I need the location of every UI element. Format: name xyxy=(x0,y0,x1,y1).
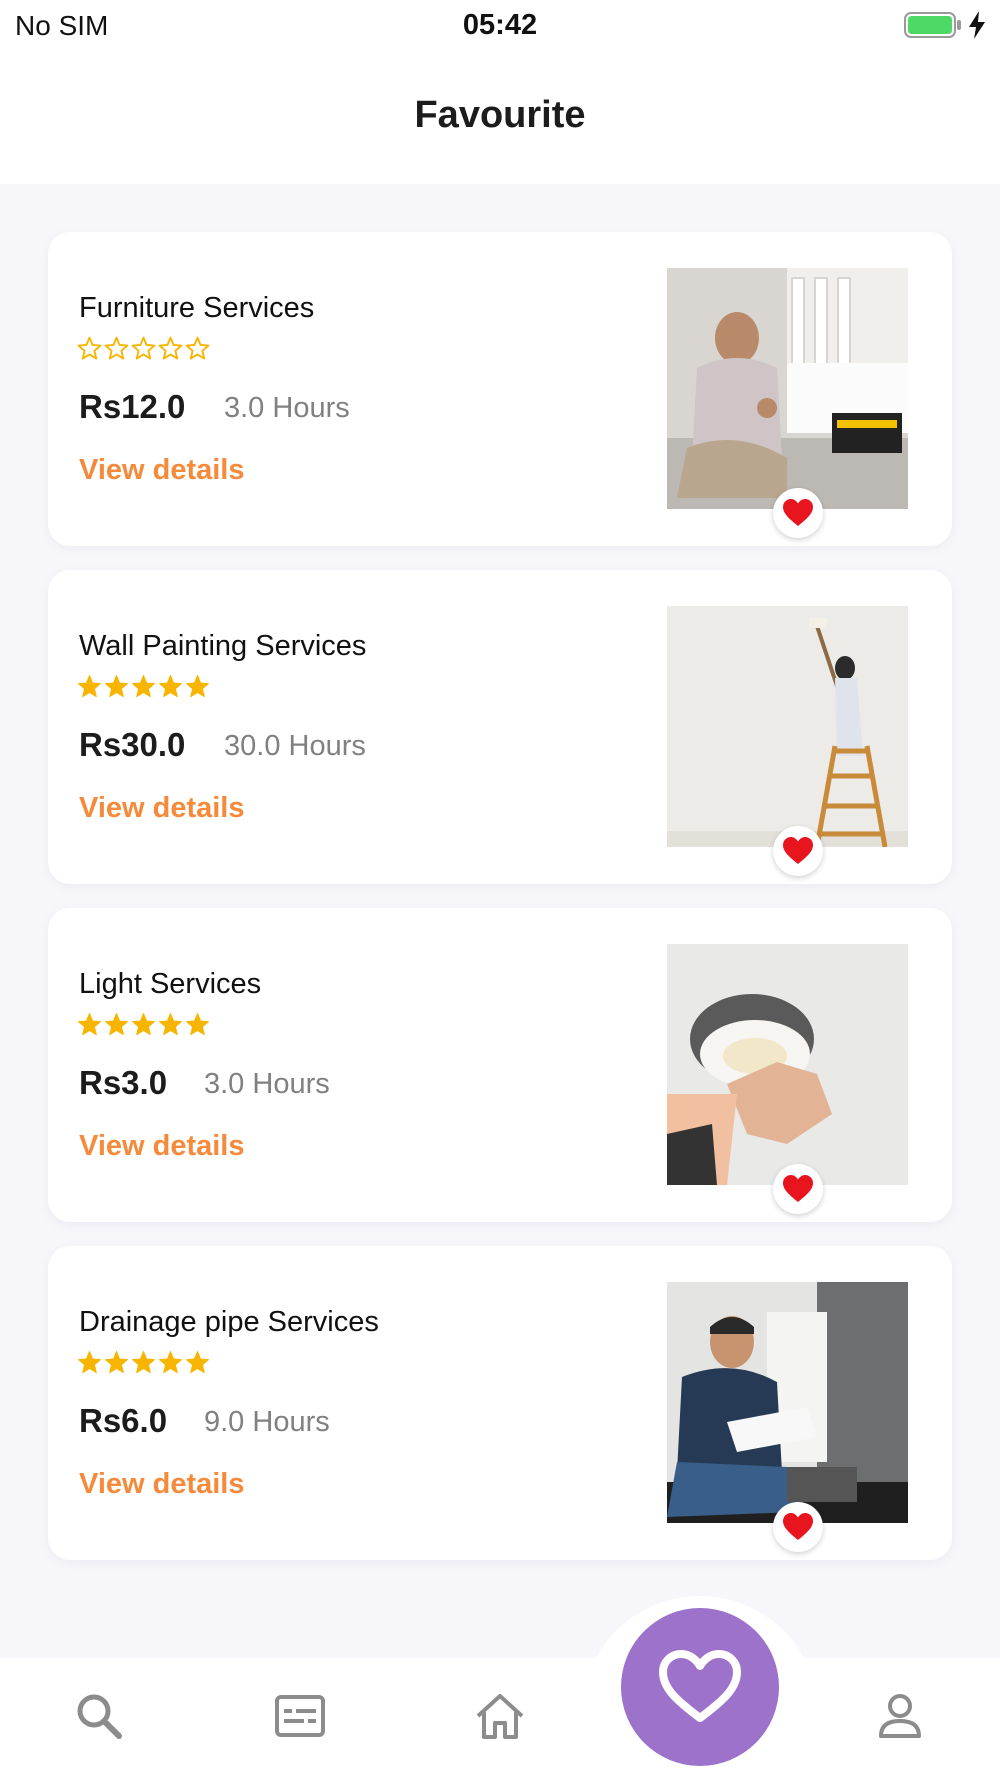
favourite-toggle[interactable] xyxy=(773,826,823,876)
star-rating xyxy=(77,1012,210,1040)
star-filled-icon xyxy=(132,1013,155,1036)
star-rating xyxy=(77,674,210,702)
favourite-toggle[interactable] xyxy=(773,1502,823,1552)
service-name: Drainage pipe Services xyxy=(79,1306,379,1338)
service-card: Light Services Rs3.0 3.0 Hours View deta… xyxy=(48,908,952,1222)
star-filled-icon xyxy=(105,1013,128,1036)
favourites-list: Furniture Services Rs12.0 3.0 Hours View… xyxy=(48,232,952,1584)
heart-icon xyxy=(659,1650,741,1722)
view-details-link[interactable]: View details xyxy=(79,792,245,825)
charging-bolt-icon xyxy=(966,10,988,40)
profile-icon xyxy=(879,1694,921,1738)
service-price: Rs3.0 xyxy=(79,1064,168,1101)
light-fixture-photo xyxy=(667,944,908,1185)
app-header: Favourite xyxy=(0,52,1000,184)
service-name: Light Services xyxy=(79,968,262,1000)
star-filled-icon xyxy=(78,1351,101,1374)
service-duration: 30.0 Hours xyxy=(224,730,366,762)
service-price: Rs6.0 xyxy=(79,1402,168,1439)
service-name: Furniture Services xyxy=(79,292,315,324)
star-filled-icon xyxy=(132,675,155,698)
service-card: Wall Painting Services Rs30.0 30.0 Hours… xyxy=(48,570,952,884)
star-filled-icon xyxy=(78,1013,101,1036)
star-outline-icon xyxy=(77,336,102,360)
star-filled-icon xyxy=(186,675,209,698)
service-card: Drainage pipe Services Rs6.0 9.0 Hours V… xyxy=(48,1246,952,1560)
heart-icon xyxy=(783,1513,813,1540)
heart-icon xyxy=(783,1175,813,1202)
nav-favourites[interactable] xyxy=(621,1608,779,1766)
star-filled-icon xyxy=(132,1351,155,1374)
wall-painting-photo xyxy=(667,606,908,847)
star-outline-icon xyxy=(131,336,156,360)
listings-icon xyxy=(275,1695,325,1737)
star-filled-icon xyxy=(186,1351,209,1374)
nav-home[interactable] xyxy=(474,1690,526,1742)
star-filled-icon xyxy=(159,675,182,698)
favourite-toggle[interactable] xyxy=(773,488,823,538)
clock: 05:42 xyxy=(462,9,538,41)
star-filled-icon xyxy=(159,1351,182,1374)
search-icon xyxy=(77,1694,122,1739)
star-outline-icon xyxy=(158,336,183,360)
service-duration: 9.0 Hours xyxy=(204,1406,330,1438)
nav-listings[interactable] xyxy=(274,1690,326,1742)
page-title: Favourite xyxy=(414,94,586,136)
status-bar: No SIM 05:42 xyxy=(0,0,1000,52)
plumber-photo xyxy=(667,1282,908,1523)
star-filled-icon xyxy=(78,675,101,698)
favourite-toggle[interactable] xyxy=(773,1164,823,1214)
star-filled-icon xyxy=(186,1013,209,1036)
service-duration: 3.0 Hours xyxy=(224,392,350,424)
service-duration: 3.0 Hours xyxy=(204,1068,330,1100)
view-details-link[interactable]: View details xyxy=(79,454,245,487)
view-details-link[interactable]: View details xyxy=(79,1468,245,1501)
battery-icon xyxy=(904,12,962,38)
star-rating xyxy=(77,336,210,364)
star-filled-icon xyxy=(159,1013,182,1036)
star-filled-icon xyxy=(105,675,128,698)
heart-icon xyxy=(783,499,813,526)
service-price: Rs12.0 xyxy=(79,388,186,425)
view-details-link[interactable]: View details xyxy=(79,1130,245,1163)
star-outline-icon xyxy=(185,336,210,360)
furniture-photo xyxy=(667,268,908,509)
nav-profile[interactable] xyxy=(874,1690,926,1742)
service-card: Furniture Services Rs12.0 3.0 Hours View… xyxy=(48,232,952,546)
star-filled-icon xyxy=(105,1351,128,1374)
star-rating xyxy=(77,1350,210,1378)
home-icon xyxy=(476,1694,524,1739)
service-price: Rs30.0 xyxy=(79,726,186,763)
star-outline-icon xyxy=(104,336,129,360)
service-name: Wall Painting Services xyxy=(79,630,367,662)
heart-icon xyxy=(783,837,813,864)
nav-search[interactable] xyxy=(73,1690,125,1742)
